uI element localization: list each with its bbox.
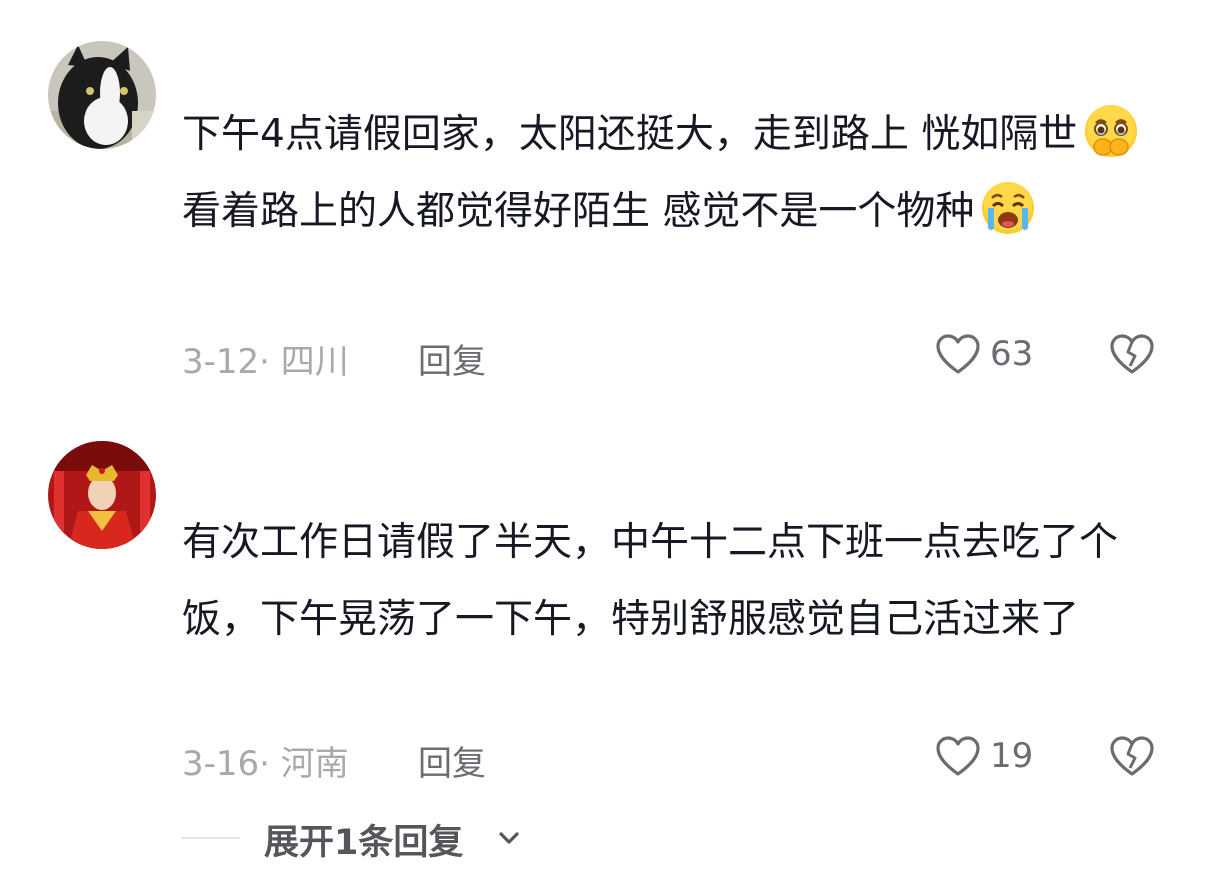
expand-replies-button[interactable]: 展开1条回复 — [182, 812, 782, 863]
like-count: 19 — [990, 736, 1034, 776]
reply-button[interactable]: 回复 — [418, 736, 486, 785]
crying-face-emoji — [982, 182, 1035, 234]
chevron-down-icon — [499, 832, 519, 844]
like-count: 63 — [990, 334, 1034, 374]
divider-line — [182, 837, 240, 839]
comment-text-segment: 看着路上的人都觉得好陌生 感觉不是一个物种 — [182, 189, 975, 234]
broken-heart-icon[interactable] — [1108, 734, 1156, 778]
comment-item: 下午4点请假回家，太阳还挺大，走到路上 恍如隔世 看着路上的人都觉得好陌生 感觉… — [0, 0, 1206, 400]
comment-meta: 3-16· 河南 回复 19 — [182, 732, 1162, 785]
date-location: 3-12· 四川 — [182, 342, 349, 382]
like-button[interactable]: 63 — [934, 330, 1074, 380]
reply-button[interactable]: 回复 — [418, 334, 486, 383]
heart-outline-icon — [936, 736, 980, 776]
comment-meta: 3-12· 四川 回复 63 — [182, 330, 1162, 383]
comment-text-segment: 下午4点请假回家，太阳还挺大，走到路上 恍如隔世 — [182, 112, 1078, 157]
expand-replies-label: 展开1条回复 — [264, 823, 464, 863]
comment-text: 下午4点请假回家，太阳还挺大，走到路上 恍如隔世 看着路上的人都觉得好陌生 感觉… — [182, 96, 1172, 250]
cat-avatar[interactable] — [48, 41, 156, 149]
heart-outline-icon — [936, 334, 980, 374]
comment-text: 有次工作日请假了半天，中午十二点下班一点去吃了个饭，下午晃荡了一下午，特别舒服感… — [182, 520, 1119, 642]
broken-heart-icon[interactable] — [1108, 332, 1156, 376]
date-location: 3-16· 河南 — [182, 744, 349, 784]
comment-item: 有次工作日请假了半天，中午十二点下班一点去吃了个饭，下午晃荡了一下午，特别舒服感… — [0, 400, 1206, 800]
red-costume-avatar[interactable] — [48, 441, 156, 549]
like-button[interactable]: 19 — [934, 732, 1074, 782]
holding-back-tears-emoji — [1085, 105, 1138, 157]
